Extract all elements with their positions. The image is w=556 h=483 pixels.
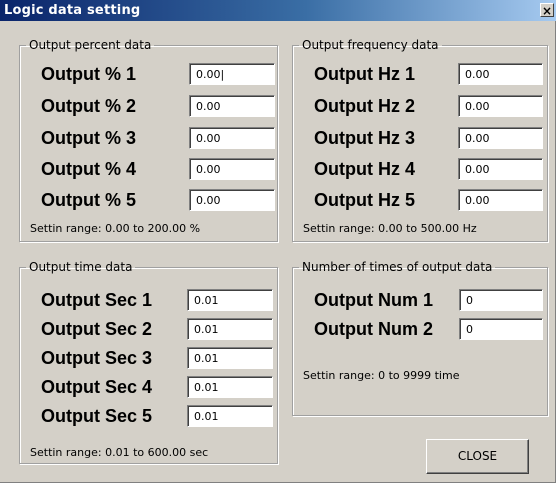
output-frequency-legend: Output frequency data [302,38,439,52]
output-num-1-label: Output Num 1 [314,290,433,310]
output-time-row: Output Sec 3 [41,347,276,370]
output-percent-4-label: Output % 4 [41,159,136,179]
output-hz-3-label: Output Hz 3 [314,128,415,148]
output-percent-2-label: Output % 2 [41,96,136,116]
output-percent-3-label: Output % 3 [41,128,136,148]
output-percent-row: Output % 3 [41,127,276,150]
output-hz-1-label: Output Hz 1 [314,64,415,84]
output-sec-2-label: Output Sec 2 [41,319,153,339]
output-percent-row: Output % 5 [41,189,276,212]
output-hz-4-input[interactable] [458,158,543,180]
output-hz-2-input[interactable] [458,95,543,117]
output-count-legend: Number of times of output data [302,260,493,274]
output-percent-legend: Output percent data [29,38,152,52]
close-icon[interactable]: × [540,3,554,18]
output-time-legend: Output time data [29,260,133,274]
output-num-2-input[interactable] [459,318,543,340]
output-percent-5-label: Output % 5 [41,190,136,210]
output-frequency-row: Output Hz 2 [314,95,544,118]
output-sec-4-label: Output Sec 4 [41,377,153,397]
output-percent-row: Output % 2 [41,95,276,118]
output-hz-5-label: Output Hz 5 [314,190,415,210]
output-frequency-row: Output Hz 3 [314,127,544,150]
output-time-range-text: Settin range: 0.01 to 600.00 sec [30,446,209,459]
logic-data-setting-dialog: Logic data setting × Output percent data… [0,0,556,483]
output-sec-2-input[interactable] [187,318,273,340]
close-button[interactable]: CLOSE [426,439,529,474]
title-bar[interactable]: Logic data setting × [0,0,556,21]
output-percent-3-input[interactable] [189,127,275,149]
output-time-row: Output Sec 1 [41,289,276,312]
output-frequency-row: Output Hz 4 [314,158,544,181]
output-percent-2-input[interactable] [189,95,275,117]
window-title: Logic data setting [4,3,141,18]
output-time-row: Output Sec 5 [41,405,276,428]
output-hz-3-input[interactable] [458,127,543,149]
output-hz-4-label: Output Hz 4 [314,159,415,179]
output-percent-row: Output % 1 [41,63,276,86]
output-sec-3-label: Output Sec 3 [41,348,153,368]
output-sec-1-input[interactable] [187,289,273,311]
output-frequency-row: Output Hz 5 [314,189,544,212]
output-hz-1-input[interactable] [458,63,543,85]
output-count-row: Output Num 2 [314,318,544,341]
output-sec-1-label: Output Sec 1 [41,290,153,310]
output-percent-range-text: Settin range: 0.00 to 200.00 % [30,222,201,235]
output-sec-3-input[interactable] [187,347,273,369]
output-percent-4-input[interactable] [189,158,275,180]
output-time-row: Output Sec 2 [41,318,276,341]
output-sec-5-input[interactable] [187,405,273,427]
output-hz-5-input[interactable] [458,189,543,211]
output-frequency-row: Output Hz 1 [314,63,544,86]
output-percent-1-input[interactable] [189,63,275,85]
output-percent-row: Output % 4 [41,158,276,181]
output-percent-5-input[interactable] [189,189,275,211]
output-sec-5-label: Output Sec 5 [41,406,153,426]
output-percent-1-label: Output % 1 [41,64,136,84]
output-num-1-input[interactable] [459,289,543,311]
output-count-row: Output Num 1 [314,289,544,312]
output-num-2-label: Output Num 2 [314,319,433,339]
output-sec-4-input[interactable] [187,376,273,398]
output-time-row: Output Sec 4 [41,376,276,399]
output-count-range-text: Settin range: 0 to 9999 time [303,369,460,382]
output-hz-2-label: Output Hz 2 [314,96,415,116]
output-frequency-range-text: Settin range: 0.00 to 500.00 Hz [303,222,477,235]
